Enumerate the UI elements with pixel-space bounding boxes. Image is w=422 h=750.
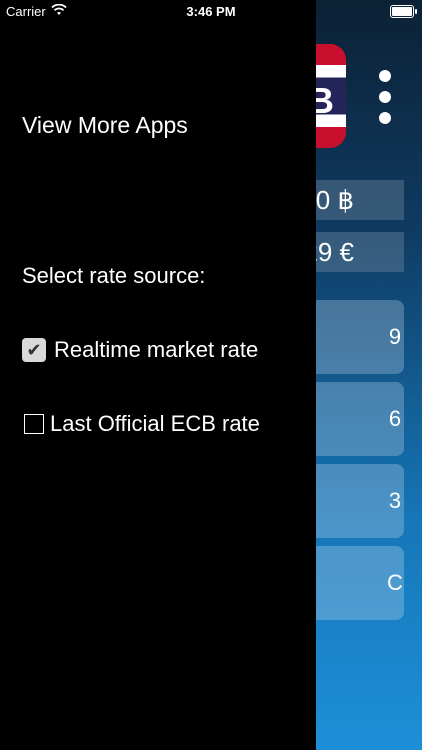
view-more-apps-link[interactable]: View More Apps (22, 112, 188, 139)
option-ecb-rate[interactable]: Last Official ECB rate (24, 411, 260, 437)
option-label: Realtime market rate (54, 337, 259, 362)
option-realtime-rate[interactable]: ✔ Realtime market rate (22, 337, 258, 363)
checkbox-empty-icon[interactable] (24, 414, 44, 434)
side-drawer: View More Apps Select rate source: ✔ Rea… (0, 0, 316, 750)
rate-source-heading: Select rate source: (22, 263, 206, 288)
more-options-icon[interactable] (376, 70, 394, 124)
option-label: Last Official ECB rate (50, 411, 260, 436)
checkbox-checked-icon[interactable]: ✔ (22, 338, 46, 362)
battery-icon (390, 5, 417, 18)
clock: 3:46 PM (186, 4, 236, 19)
status-bar: Carrier 3:46 PM (0, 0, 422, 24)
